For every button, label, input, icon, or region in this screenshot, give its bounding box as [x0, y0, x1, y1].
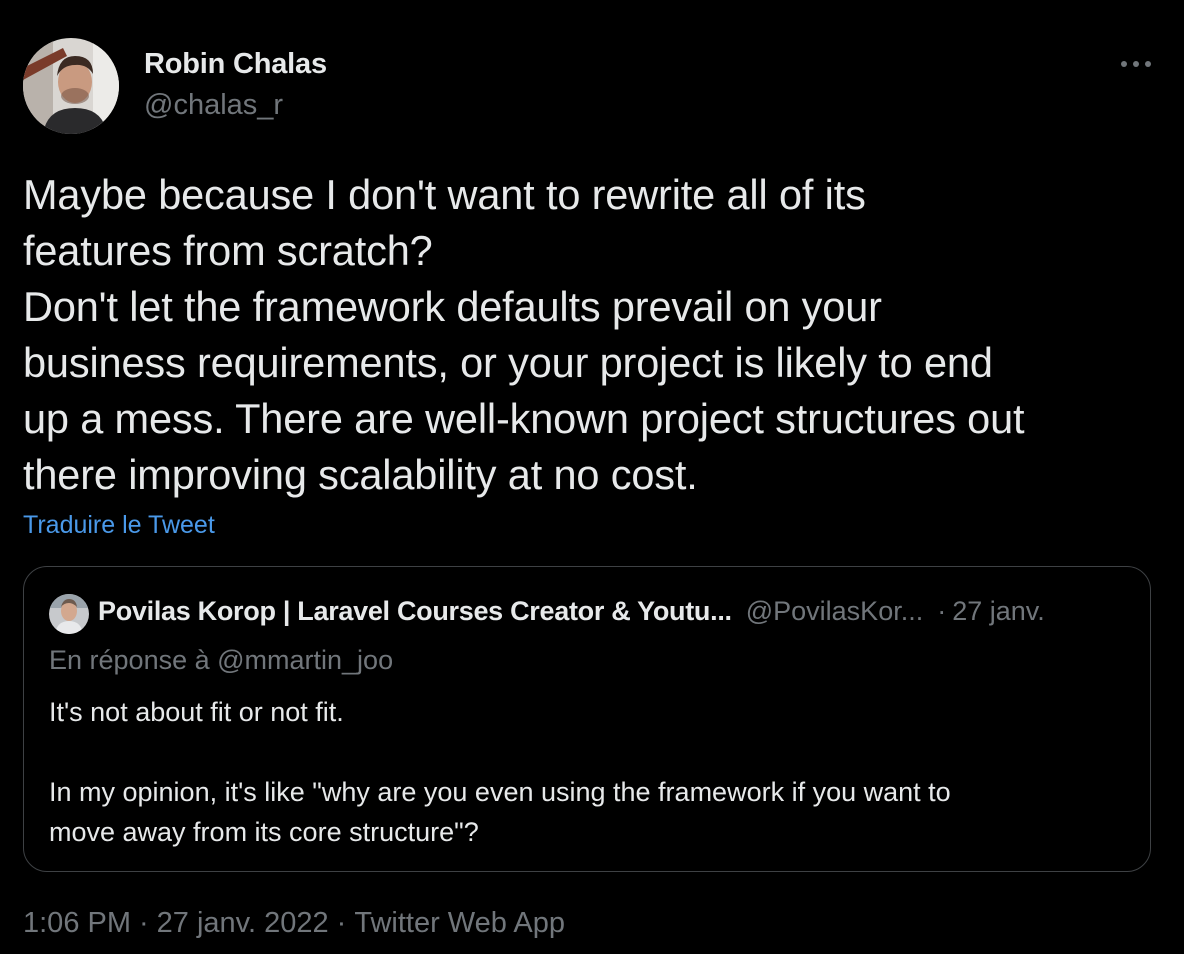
quoted-tweet-text: It's not about fit or not fit. In my opi… [49, 692, 1129, 852]
meta-separator: · [139, 907, 149, 939]
more-horizontal-icon [1121, 61, 1151, 67]
more-options-button[interactable] [1116, 50, 1156, 78]
tweet-date[interactable]: 27 janv. 2022 [157, 907, 329, 939]
tweet-text-line: up a mess. There are well-known project … [23, 395, 1025, 442]
quoted-tweet-card[interactable]: Povilas Korop | Laravel Courses Creator … [23, 566, 1151, 872]
tweet-source[interactable]: Twitter Web App [354, 907, 565, 939]
tweet-text: Maybe because I don't want to rewrite al… [23, 167, 1163, 503]
quoted-author-name[interactable]: Povilas Korop | Laravel Courses Creator … [98, 596, 732, 626]
author-avatar[interactable] [23, 38, 119, 134]
quoted-text-line: It's not about fit or not fit. [49, 697, 344, 727]
tweet-text-line: features from scratch? [23, 227, 433, 274]
author-handle[interactable]: @chalas_r [144, 89, 283, 122]
translate-tweet-link[interactable]: Traduire le Tweet [23, 511, 215, 540]
quoted-author-avatar-image [49, 594, 89, 634]
author-avatar-image [23, 38, 119, 134]
quoted-tweet-header: Povilas Korop | Laravel Courses Creator … [98, 596, 1045, 627]
tweet: Robin Chalas @chalas_r Maybe because I d… [0, 0, 1184, 954]
quoted-header-separator: · [937, 596, 947, 626]
tweet-metadata: 1:06 PM · 27 janv. 2022 · Twitter Web App [23, 907, 565, 940]
meta-separator: · [336, 907, 347, 939]
quoted-reply-context: En réponse à @mmartin_joo [49, 645, 394, 675]
quoted-author-avatar[interactable] [49, 594, 89, 634]
quoted-author-handle[interactable]: @PovilasKor... [746, 596, 923, 626]
quoted-tweet-date[interactable]: 27 janv. [952, 596, 1045, 626]
quoted-text-line [49, 732, 1129, 772]
quoted-text-line: In my opinion, it's like "why are you ev… [49, 777, 951, 807]
tweet-text-line: business requirements, or your project i… [23, 339, 993, 386]
tweet-text-line: there improving scalability at no cost. [23, 451, 698, 498]
tweet-text-line: Don't let the framework defaults prevail… [23, 283, 882, 330]
tweet-time[interactable]: 1:06 PM [23, 907, 131, 939]
author-name[interactable]: Robin Chalas [144, 48, 327, 81]
quoted-text-line: move away from its core structure"? [49, 817, 479, 847]
tweet-text-line: Maybe because I don't want to rewrite al… [23, 171, 866, 218]
